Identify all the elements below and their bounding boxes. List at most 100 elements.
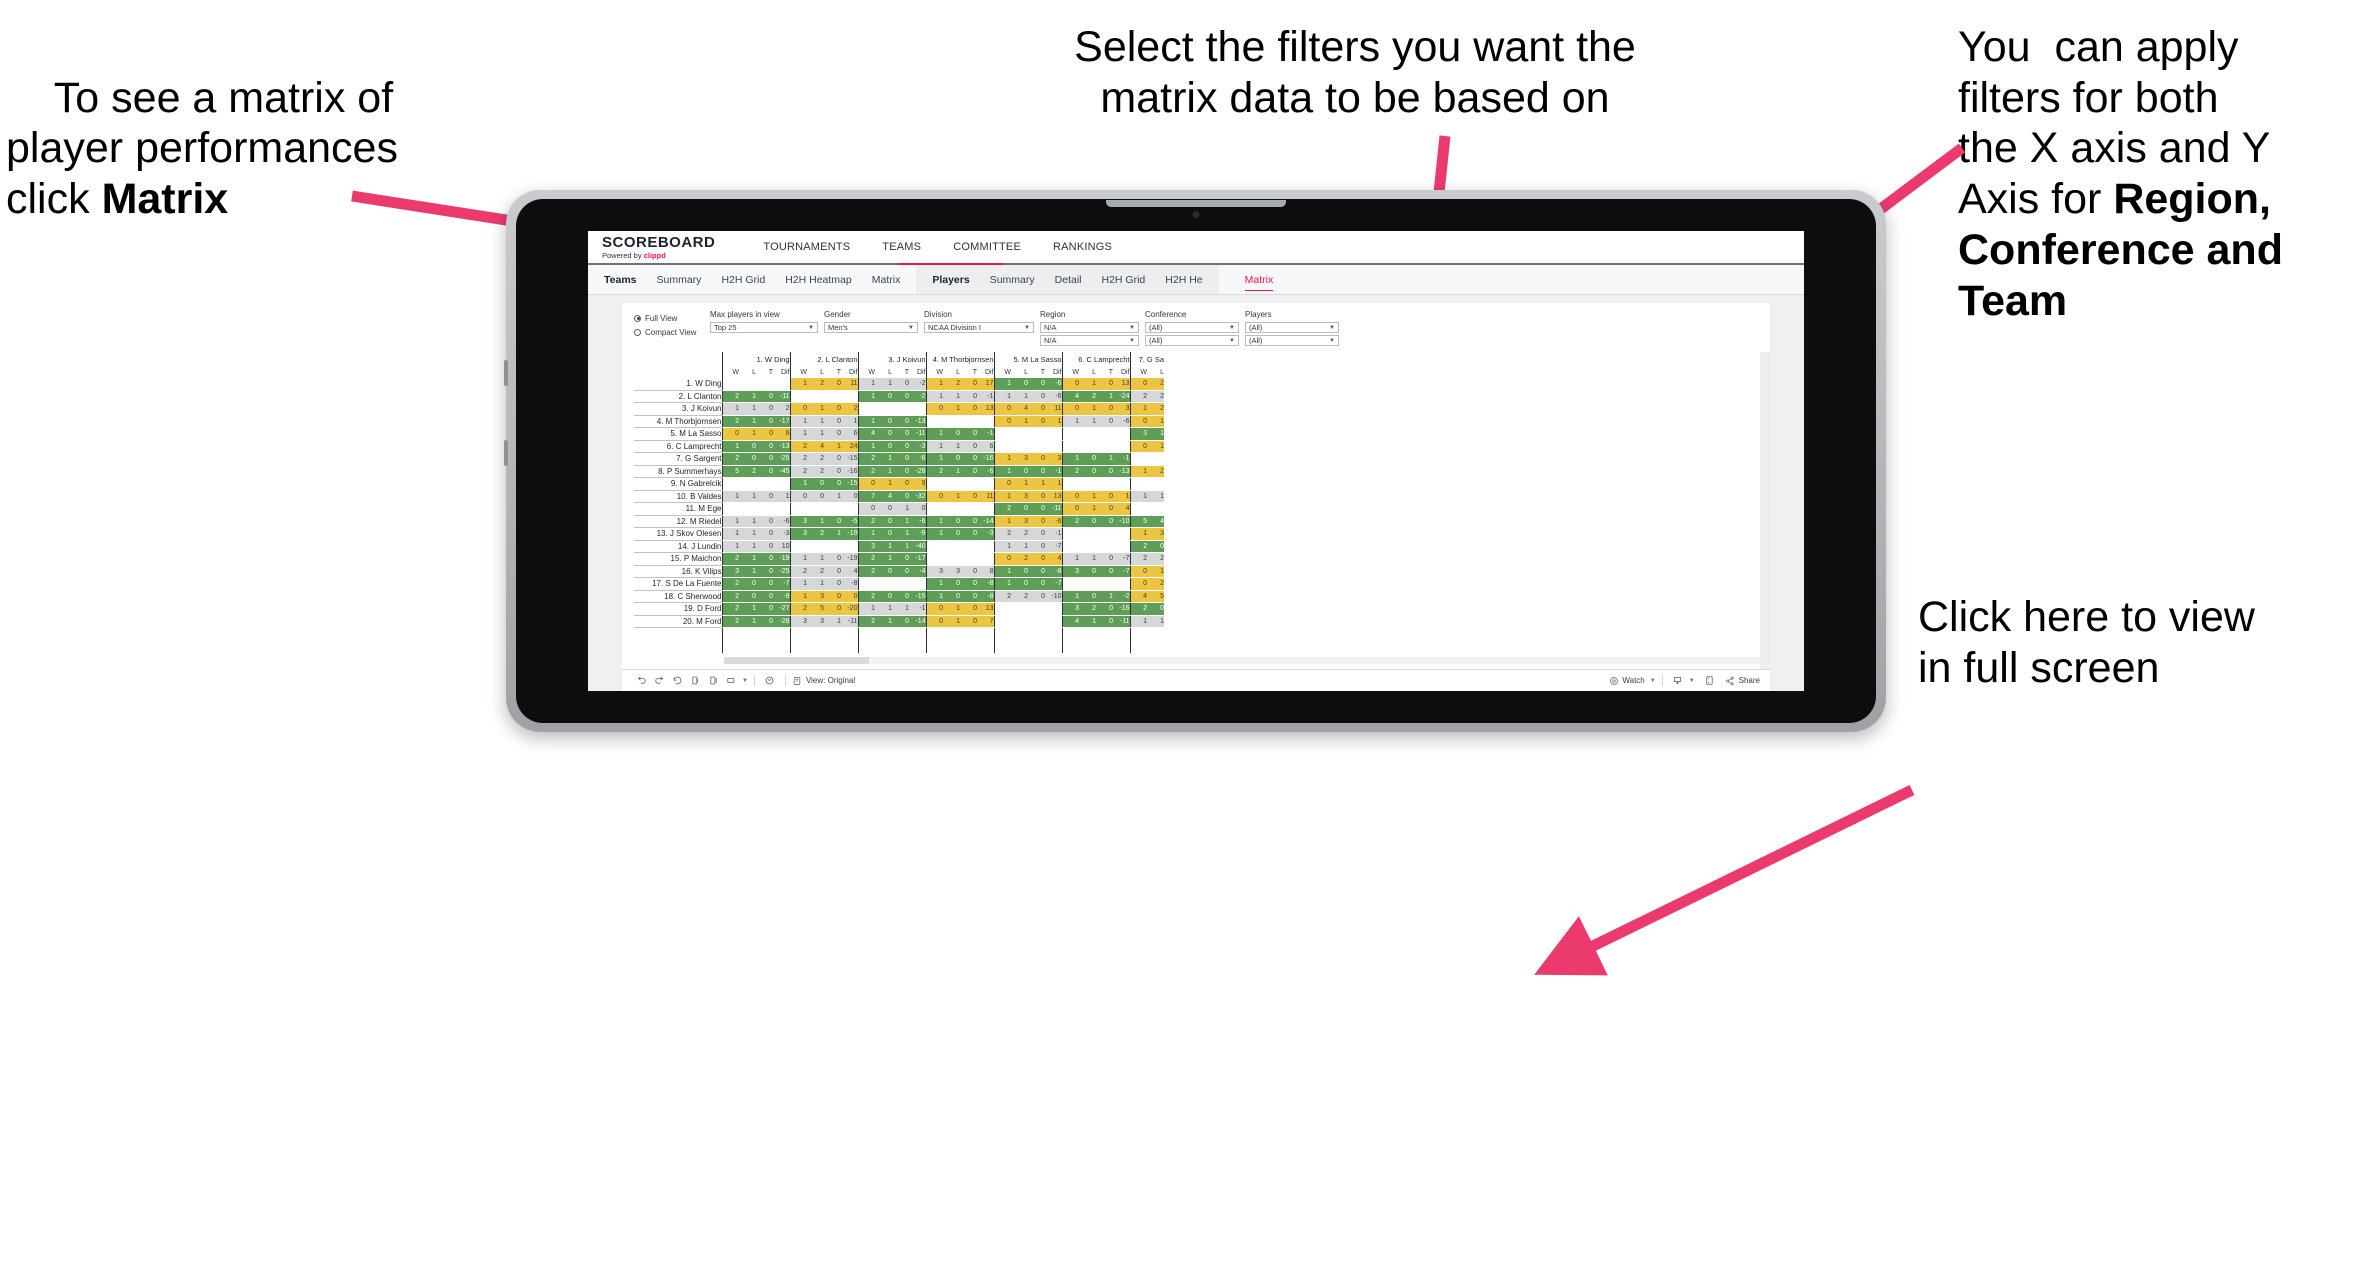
matrix-cell[interactable]: 0 <box>1011 577 1028 591</box>
matrix-cell[interactable]: 0 <box>892 390 909 403</box>
matrix-cell[interactable]: 0 <box>943 590 960 603</box>
matrix-cell[interactable]: 2 <box>789 565 807 578</box>
matrix-row-label[interactable]: 15. P Maichon <box>634 552 722 566</box>
matrix-cell[interactable]: 1 <box>721 490 739 503</box>
matrix-cell[interactable]: 0 <box>824 415 841 428</box>
matrix-cell[interactable]: 1 <box>807 577 824 591</box>
matrix-cell[interactable]: 0 <box>993 477 1011 491</box>
subnav-teams-h2h-grid[interactable]: H2H Grid <box>711 265 775 294</box>
matrix-cell[interactable]: 17 <box>977 378 994 391</box>
matrix-cell[interactable]: 0 <box>925 402 943 416</box>
matrix-cell[interactable]: 0 <box>943 452 960 466</box>
matrix-cell[interactable]: 1 <box>721 402 739 416</box>
matrix-row-label[interactable]: 1. W Ding <box>634 378 722 391</box>
matrix-cell[interactable]: 2 <box>1129 390 1147 403</box>
matrix-cell[interactable] <box>875 402 892 416</box>
matrix-cell[interactable]: 0 <box>1079 565 1096 578</box>
matrix-cell[interactable]: 1 <box>789 577 807 591</box>
matrix-cell[interactable]: 2 <box>789 465 807 478</box>
matrix-cell[interactable] <box>721 378 739 391</box>
matrix-cell[interactable]: 0 <box>943 577 960 591</box>
matrix-cell[interactable]: 1 <box>807 515 824 528</box>
matrix-cell[interactable]: 1 <box>875 452 892 466</box>
matrix-cell[interactable] <box>1061 440 1079 453</box>
matrix-cell[interactable]: -13 <box>773 440 790 453</box>
watch-button[interactable]: Watch ▼ <box>1608 675 1656 686</box>
matrix-cell[interactable]: 1 <box>789 590 807 603</box>
matrix-cell[interactable]: 2 <box>993 502 1011 516</box>
matrix-cell[interactable]: 1 <box>925 378 943 391</box>
matrix-cell[interactable] <box>824 390 841 403</box>
matrix-cell[interactable]: 2 <box>857 552 875 566</box>
matrix-cell[interactable]: 0 <box>1061 378 1079 391</box>
matrix-cell[interactable]: 4 <box>875 490 892 503</box>
matrix-cell[interactable] <box>1129 502 1147 516</box>
matrix-cell[interactable]: 2 <box>857 452 875 466</box>
matrix-cell[interactable]: 1 <box>875 552 892 566</box>
matrix-row-label[interactable]: 19. D Ford <box>634 602 722 616</box>
matrix-cell[interactable]: 0 <box>960 378 977 391</box>
matrix-column-header[interactable]: 7. G Sa <box>1129 352 1164 366</box>
matrix-cell[interactable]: 0 <box>892 552 909 566</box>
matrix-cell[interactable]: -8 <box>977 577 994 591</box>
matrix-cell[interactable]: -3 <box>977 527 994 541</box>
matrix-cell[interactable]: 2 <box>807 465 824 478</box>
matrix-cell[interactable]: 2 <box>857 465 875 478</box>
view-mode-compact[interactable]: Compact View <box>634 326 710 338</box>
matrix-cell[interactable]: 0 <box>1079 465 1096 478</box>
device-layout-icon[interactable] <box>722 672 740 690</box>
matrix-cell[interactable]: 0 <box>841 490 858 503</box>
matrix-cell[interactable] <box>1113 427 1130 441</box>
matrix-cell[interactable] <box>807 502 824 516</box>
matrix-cell[interactable] <box>756 477 773 491</box>
subnav-players-matrix[interactable]: Matrix <box>1235 265 1284 294</box>
filter-gender-select[interactable]: Men's ▼ <box>824 322 918 333</box>
matrix-cell[interactable]: 0 <box>875 565 892 578</box>
matrix-cell[interactable] <box>1147 502 1164 516</box>
matrix-cell[interactable]: 5 <box>1129 515 1147 528</box>
matrix-cell[interactable]: 1 <box>857 415 875 428</box>
matrix-cell[interactable]: 1 <box>875 540 892 553</box>
matrix-cell[interactable]: 1 <box>993 490 1011 503</box>
matrix-cell[interactable]: 3 <box>789 527 807 541</box>
matrix-row-label[interactable]: 6. C Lamprecht <box>634 440 722 453</box>
matrix-cell[interactable]: -6 <box>1045 515 1062 528</box>
matrix-cell[interactable]: 0 <box>943 527 960 541</box>
matrix-cell[interactable]: 1 <box>892 527 909 541</box>
matrix-cell[interactable]: 0 <box>1096 465 1113 478</box>
matrix-cell[interactable]: 3 <box>857 540 875 553</box>
matrix-cell[interactable]: 3 <box>1113 402 1130 416</box>
matrix-cell[interactable]: 1 <box>739 615 756 628</box>
pause-updates-icon[interactable] <box>704 672 722 690</box>
matrix-cell[interactable]: 1 <box>925 390 943 403</box>
matrix-cell[interactable]: 0 <box>1096 402 1113 416</box>
matrix-cell[interactable]: 1 <box>892 515 909 528</box>
matrix-cell[interactable] <box>1113 440 1130 453</box>
matrix-cell[interactable]: 0 <box>1096 415 1113 428</box>
matrix-cell[interactable]: 0 <box>1079 452 1096 466</box>
matrix-scroll-area[interactable]: 1. W Ding 2. L Clanton 3. J Koivun 4. M Tho… <box>622 352 1770 669</box>
matrix-cell[interactable]: 1 <box>993 378 1011 391</box>
matrix-cell[interactable]: 1 <box>925 427 943 441</box>
matrix-cell[interactable]: 1 <box>943 390 960 403</box>
matrix-cell[interactable]: -17 <box>909 552 926 566</box>
matrix-cell[interactable] <box>773 378 790 391</box>
matrix-cell[interactable]: 0 <box>875 527 892 541</box>
matrix-cell[interactable] <box>721 502 739 516</box>
matrix-cell[interactable]: 4 <box>841 565 858 578</box>
matrix-cell[interactable]: 0 <box>756 465 773 478</box>
matrix-cell[interactable] <box>1045 615 1062 628</box>
matrix-cell[interactable]: 2 <box>1147 465 1164 478</box>
matrix-cell[interactable]: 1 <box>807 415 824 428</box>
matrix-cell[interactable]: 1 <box>1061 590 1079 603</box>
matrix-cell[interactable]: 2 <box>721 452 739 466</box>
matrix-cell[interactable]: -16 <box>841 465 858 478</box>
matrix-cell[interactable] <box>1096 577 1113 591</box>
matrix-cell[interactable] <box>1011 602 1028 616</box>
matrix-cell[interactable] <box>960 477 977 491</box>
matrix-cell[interactable] <box>892 577 909 591</box>
matrix-cell[interactable]: -11 <box>1113 615 1130 628</box>
matrix-cell[interactable]: 2 <box>1079 390 1096 403</box>
matrix-cell[interactable]: 2 <box>773 402 790 416</box>
matrix-cell[interactable]: 24 <box>841 440 858 453</box>
